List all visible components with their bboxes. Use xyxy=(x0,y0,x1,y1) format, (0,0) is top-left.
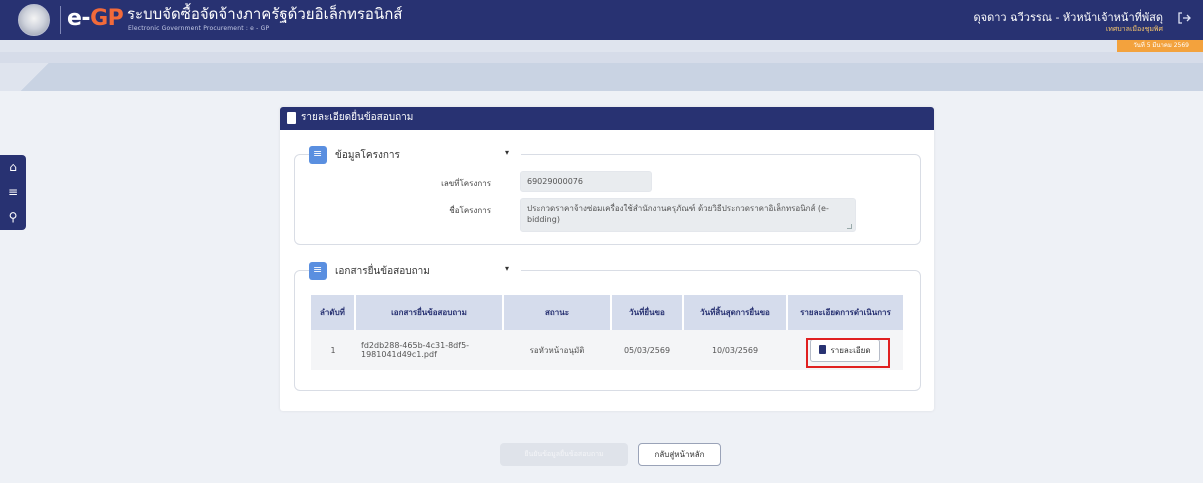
chevron-down-icon: ▾ xyxy=(505,264,510,273)
project-info-section: ข้อมูลโครงการ ▾ เลขที่โครงการ 6902900007… xyxy=(294,146,921,245)
col-header-action: รายละเอียดการดำเนินการ xyxy=(787,295,903,330)
header-band-diagonal xyxy=(0,63,70,91)
project-info-legend[interactable]: ข้อมูลโครงการ ▾ xyxy=(309,146,521,164)
back-home-button[interactable]: กลับสู่หน้าหลัก xyxy=(638,443,721,466)
documents-legend-label: เอกสารยื่นข้อสอบถาม xyxy=(335,266,430,277)
col-header-document: เอกสารยื่นข้อสอบถาม xyxy=(355,295,504,330)
project-name-label: ชื่อโครงการ xyxy=(449,206,491,215)
user-role: เทศบาลเมืองชุมพิศ xyxy=(1105,25,1163,33)
header-band xyxy=(0,63,1203,91)
table-header-row: ลำดับที่ เอกสารยื่นข้อสอบถาม สถานะ วันที… xyxy=(311,295,903,330)
card-header: รายละเอียดยื่นข้อสอบถาม xyxy=(280,107,934,130)
highlight-box xyxy=(806,338,890,368)
top-header: e-GP ระบบจัดซื้อจัดจ้างภาครัฐด้วยอิเล็กท… xyxy=(0,0,1203,40)
search-icon[interactable]: ⚲ xyxy=(0,205,26,230)
system-subtitle: Electronic Government Procurement : e - … xyxy=(128,25,270,32)
government-seal-logo xyxy=(18,4,50,36)
project-name-field[interactable]: ประกวดราคาจ้างซ่อมเครื่องใช้สำนักงานครุภ… xyxy=(520,198,856,232)
home-icon[interactable]: ⌂ xyxy=(0,155,26,180)
col-header-status: สถานะ xyxy=(503,295,612,330)
egp-logo[interactable]: e-GP xyxy=(67,6,124,31)
card-title: รายละเอียดยื่นข้อสอบถาม xyxy=(301,112,414,123)
documents-section: เอกสารยื่นข้อสอบถาม ▾ ลำดับที่ เอกสารยื่… xyxy=(294,262,921,391)
col-header-submit-date: วันที่ยื่นขอ xyxy=(611,295,684,330)
logout-icon[interactable] xyxy=(1177,11,1191,25)
menu-icon[interactable]: ≡ xyxy=(0,180,26,205)
system-title: ระบบจัดซื้อจัดจ้างภาครัฐด้วยอิเล็กทรอนิก… xyxy=(127,5,403,23)
cell-no: 1 xyxy=(311,330,355,370)
project-no-label: เลขที่โครงการ xyxy=(441,179,491,188)
cell-end-date: 10/03/2569 xyxy=(683,330,787,370)
documents-legend[interactable]: เอกสารยื่นข้อสอบถาม ▾ xyxy=(309,262,521,280)
date-badge: วันที่ 5 มีนาคม 2569 xyxy=(1117,40,1203,52)
logo-e-text: e- xyxy=(67,6,91,31)
col-header-end-date: วันที่สิ้นสุดการยื่นขอ xyxy=(683,295,788,330)
project-name-text: ประกวดราคาจ้างซ่อมเครื่องใช้สำนักงานครุภ… xyxy=(527,204,829,224)
sub-header-accent xyxy=(0,52,1203,63)
brand-separator xyxy=(60,6,61,34)
cell-submit-date: 05/03/2569 xyxy=(611,330,683,370)
resize-handle-icon[interactable] xyxy=(847,224,852,229)
cell-status: รอหัวหน้าอนุมัติ xyxy=(503,330,611,370)
project-no-field[interactable]: 69029000076 xyxy=(520,171,652,192)
document-icon xyxy=(287,112,296,124)
list-icon xyxy=(309,262,327,280)
cell-document-link[interactable]: fd2db288-465b-4c31-8df5-1981041d49c1.pdf xyxy=(355,330,503,370)
col-header-no: ลำดับที่ xyxy=(311,295,356,330)
chevron-down-icon: ▾ xyxy=(505,148,510,157)
logo-gp-text: GP xyxy=(90,6,124,31)
project-info-legend-label: ข้อมูลโครงการ xyxy=(335,150,400,161)
list-icon xyxy=(309,146,327,164)
side-menu: ⌂ ≡ ⚲ xyxy=(0,155,26,230)
confirm-button-disabled[interactable]: ยืนยันข้อมูลยื่นข้อสอบถาม xyxy=(500,443,628,466)
